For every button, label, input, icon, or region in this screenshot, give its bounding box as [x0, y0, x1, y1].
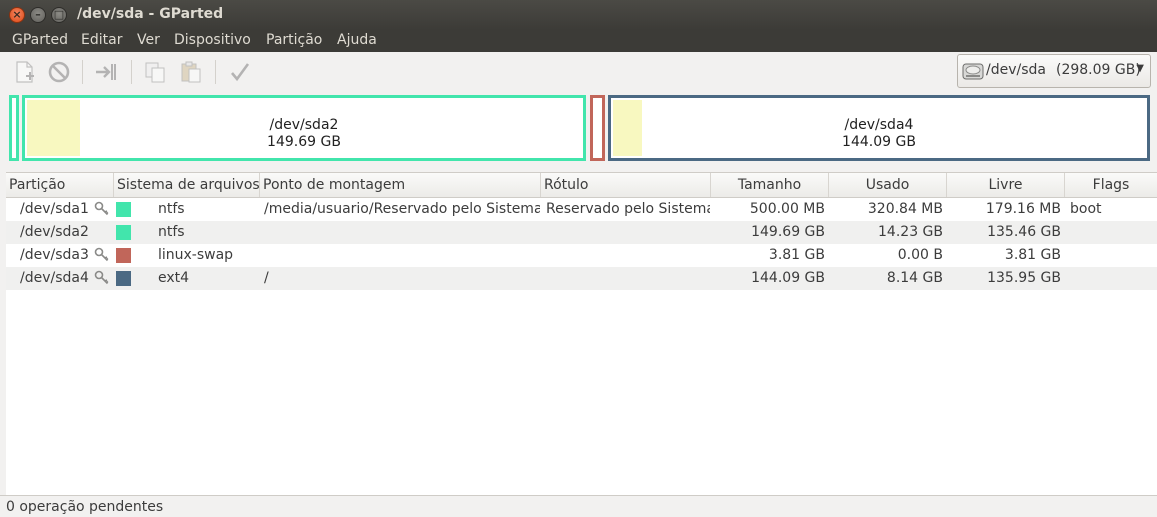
copy-button[interactable] [143, 60, 167, 84]
resize-move-icon [96, 64, 116, 80]
delete-partition-icon [48, 61, 70, 83]
table-header: Partição Sistema de arquivos Ponto de mo… [6, 173, 1157, 198]
fs-color-swatch [116, 271, 131, 286]
partition-block-label: /dev/sda2 149.69 GB [25, 117, 583, 151]
column-header-flags[interactable]: Flags [1065, 173, 1157, 197]
partition-block-sda2[interactable]: /dev/sda2 149.69 GB [22, 95, 586, 161]
cell-label: Reservado pelo Sistema [546, 201, 710, 217]
cell-partition: /dev/sda3 [20, 247, 89, 263]
delete-partition-button[interactable] [47, 60, 71, 84]
toolbar-separator [215, 60, 216, 84]
menu-particao[interactable]: Partição [266, 32, 322, 48]
pending-operations-text: 0 operação pendentes [6, 499, 164, 515]
menu-editar[interactable]: Editar [81, 32, 122, 48]
window-title: /dev/sda - GParted [77, 6, 224, 22]
maximize-button[interactable]: □ [51, 7, 67, 23]
cell-size: 500.00 MB [749, 201, 825, 217]
cell-used: 320.84 MB [867, 201, 943, 217]
minimize-icon: – [35, 8, 41, 21]
paste-icon [181, 61, 201, 83]
column-header-sistema[interactable]: Sistema de arquivos [114, 173, 260, 197]
table-row[interactable]: /dev/sda4 ext4 / 144.09 GB 8.14 GB 135.9… [6, 267, 1157, 290]
column-header-particao[interactable]: Partição [6, 173, 114, 197]
toolbar: /dev/sda (298.09 GB) ▼ [0, 52, 1157, 92]
cell-free: 135.46 GB [987, 224, 1061, 240]
cell-used: 8.14 GB [886, 270, 943, 286]
partition-block-size: 149.69 GB [267, 134, 341, 150]
cell-used: 14.23 GB [878, 224, 943, 240]
cell-mountpoint: /media/usuario/Reservado pelo Sistema [264, 201, 540, 217]
menu-gparted[interactable]: GParted [12, 32, 68, 48]
gparted-window: × – □ /dev/sda - GParted GParted Editar … [0, 0, 1157, 517]
menu-bar: GParted Editar Ver Dispositivo Partição … [0, 30, 1157, 52]
status-bar: 0 operação pendentes [0, 495, 1157, 517]
key-icon [94, 247, 109, 262]
device-label: /dev/sda (298.09 GB) [986, 62, 1141, 78]
partition-block-size: 144.09 GB [842, 134, 916, 150]
new-partition-icon [16, 61, 34, 83]
column-header-tamanho[interactable]: Tamanho [711, 173, 829, 197]
resize-move-button[interactable] [94, 60, 118, 84]
partition-block-name: /dev/sda4 [844, 117, 914, 133]
table-row[interactable]: /dev/sda3 linux-swap 3.81 GB 0.00 B 3.81… [6, 244, 1157, 267]
column-header-montagem[interactable]: Ponto de montagem [260, 173, 541, 197]
cell-size: 144.09 GB [751, 270, 825, 286]
fs-color-swatch [116, 202, 131, 217]
cell-mountpoint: / [264, 270, 269, 286]
device-name: /dev/sda [986, 62, 1046, 78]
partition-block-label: /dev/sda4 144.09 GB [611, 117, 1147, 151]
cell-partition: /dev/sda4 [20, 270, 89, 286]
cell-used: 0.00 B [897, 247, 943, 263]
partition-table: Partição Sistema de arquivos Ponto de mo… [6, 172, 1157, 495]
cell-free: 3.81 GB [1004, 247, 1061, 263]
fs-color-swatch [116, 248, 131, 263]
harddisk-icon [962, 63, 984, 80]
chevron-down-icon: ▼ [1136, 63, 1144, 74]
close-icon: × [12, 8, 22, 21]
partition-block-sda3[interactable] [590, 95, 605, 161]
copy-icon [145, 62, 165, 83]
close-button[interactable]: × [9, 7, 25, 23]
cell-free: 135.95 GB [987, 270, 1061, 286]
toolbar-separator [131, 60, 132, 84]
cell-size: 3.81 GB [768, 247, 825, 263]
new-partition-button[interactable] [12, 60, 36, 84]
table-row[interactable]: /dev/sda2 ntfs 149.69 GB 14.23 GB 135.46… [6, 221, 1157, 244]
cell-flags: boot [1070, 201, 1102, 217]
device-size: (298.09 GB) [1055, 62, 1141, 78]
menu-ver[interactable]: Ver [137, 32, 160, 48]
toolbar-separator [82, 60, 83, 84]
maximize-icon: □ [53, 8, 65, 21]
menu-ajuda[interactable]: Ajuda [337, 32, 377, 48]
paste-button[interactable] [179, 60, 203, 84]
apply-button[interactable] [228, 60, 252, 84]
partition-block-sda4[interactable]: /dev/sda4 144.09 GB [608, 95, 1150, 161]
partition-block-sda1[interactable] [9, 95, 19, 161]
minimize-button[interactable]: – [30, 7, 46, 23]
cell-size: 149.69 GB [751, 224, 825, 240]
key-icon [94, 201, 109, 216]
table-row[interactable]: /dev/sda1 ntfs /media/usuario/Reservado … [6, 198, 1157, 221]
cell-filesystem: linux-swap [158, 247, 234, 263]
partition-map: /dev/sda2 149.69 GB /dev/sda4 144.09 GB [0, 92, 1157, 170]
title-bar: × – □ /dev/sda - GParted [0, 0, 1157, 30]
cell-partition: /dev/sda2 [20, 224, 89, 240]
column-header-rotulo[interactable]: Rótulo [541, 173, 711, 197]
fs-color-swatch [116, 225, 131, 240]
column-header-livre[interactable]: Livre [947, 173, 1065, 197]
key-icon [94, 270, 109, 285]
device-selector[interactable]: /dev/sda (298.09 GB) ▼ [957, 54, 1151, 88]
cell-filesystem: ntfs [158, 224, 185, 240]
apply-icon [231, 63, 250, 82]
column-header-usado[interactable]: Usado [829, 173, 947, 197]
menu-dispositivo[interactable]: Dispositivo [174, 32, 251, 48]
cell-filesystem: ext4 [158, 270, 190, 286]
cell-free: 179.16 MB [985, 201, 1061, 217]
cell-partition: /dev/sda1 [20, 201, 89, 217]
partition-block-name: /dev/sda2 [269, 117, 339, 133]
cell-filesystem: ntfs [158, 201, 185, 217]
